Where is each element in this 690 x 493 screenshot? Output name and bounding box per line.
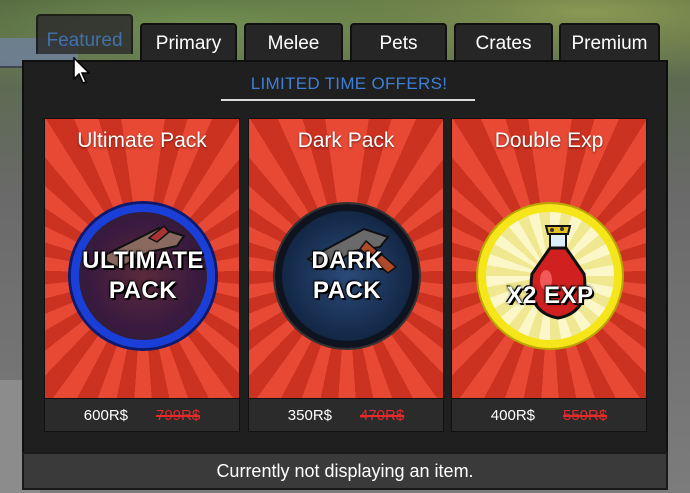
card-title: Ultimate Pack	[77, 129, 207, 152]
price-bar: 600R$ 799R$	[45, 398, 239, 431]
tab-featured[interactable]: Featured	[36, 14, 133, 54]
offer-card-ultimate-pack[interactable]: Ultimate Pack ULTIMATE PACK 600R$ 799R$	[44, 118, 240, 432]
old-price: 550R$	[563, 406, 608, 424]
price: 600R$	[83, 406, 128, 424]
emblem-line-2: X2 EXP	[506, 282, 594, 309]
price-bar: 400R$ 550R$	[452, 398, 646, 431]
mouse-cursor-icon	[73, 57, 91, 84]
tab-premium[interactable]: Premium	[559, 23, 660, 63]
banner-underline	[221, 99, 475, 101]
old-price: 470R$	[360, 406, 405, 424]
emblem-line-2: PACK	[312, 277, 382, 304]
dark-pack-emblem-icon: DARK PACK	[275, 204, 419, 348]
emblem-line-2: PACK	[108, 277, 178, 304]
tab-crates[interactable]: Crates	[454, 23, 553, 63]
tab-melee[interactable]: Melee	[244, 23, 343, 63]
price: 350R$	[287, 406, 332, 424]
offer-card-dark-pack[interactable]: Dark Pack DARK PACK 350R$ 470R$	[248, 118, 444, 432]
status-bar: Currently not displaying an item.	[22, 452, 668, 490]
emblem-line-1: DARK	[311, 247, 383, 274]
double-exp-emblem-icon: X2 EXP	[478, 204, 622, 348]
tab-pets[interactable]: Pets	[350, 23, 447, 63]
offer-card-double-exp[interactable]: Double Exp X2 EXP 400R$ 550R$	[451, 118, 647, 432]
offers-banner: LIMITED TIME OFFERS!	[250, 74, 448, 93]
emblem-line-1: ULTIMATE	[82, 247, 204, 274]
price: 400R$	[490, 406, 535, 424]
potion-icon	[529, 225, 587, 320]
tab-primary[interactable]: Primary	[140, 23, 237, 63]
old-price: 799R$	[156, 406, 201, 424]
ultimate-pack-emblem-icon: ULTIMATE PACK	[71, 204, 215, 348]
card-title: Dark Pack	[297, 129, 395, 152]
price-bar: 350R$ 470R$	[249, 398, 443, 431]
card-title: Double Exp	[494, 129, 604, 152]
